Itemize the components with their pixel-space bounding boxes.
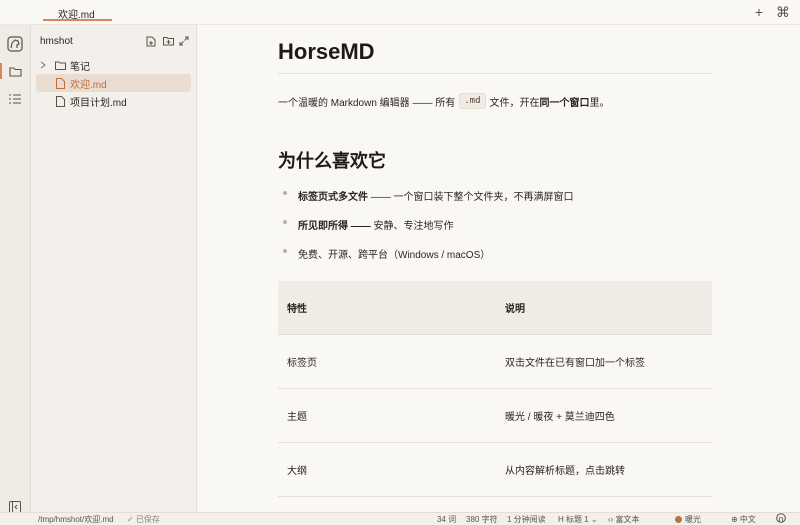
tree-folder-notes[interactable]: 笔记 [36, 56, 191, 74]
heading-selector[interactable]: H 标题 1 ⌄ [558, 514, 598, 525]
inline-code: .md [459, 93, 486, 109]
table-header-row: 特性 说明 [278, 281, 712, 335]
expand-icon [179, 36, 189, 46]
read-time: 1 分钟阅读 [507, 515, 546, 524]
table-cell: 标签页 [278, 334, 496, 389]
features-table: 特性 说明 标签页 双击文件在已有窗口加一个标签 主题 暖光 / 暖夜 + 莫兰… [278, 281, 712, 497]
new-tab-button[interactable]: + [750, 4, 768, 22]
tab-bar: 欢迎.md + ⌘ [0, 0, 800, 25]
list-text: 免费、开源、跨平台（Windows / macOS） [298, 250, 491, 261]
plus-icon: + [754, 4, 764, 20]
list-item: 所见即所得 —— 安静、专注地写作 [283, 217, 454, 232]
intro-text: 一个温暖的 Markdown 编辑器 —— 所有 [278, 97, 456, 109]
table-row: 大纲 从内容解析标题，点击跳转 [278, 442, 712, 497]
new-folder-icon [162, 37, 174, 46]
intro-bold: 同一个窗口 [539, 97, 590, 109]
theme-color-dot [675, 516, 682, 523]
editor-area[interactable]: HorseMD 一个温暖的 Markdown 编辑器 —— 所有 .md 文件，… [198, 25, 800, 512]
editor-mode-toggle[interactable]: ‹› 富文本 [608, 514, 640, 525]
file-path: /tmp/hmshot/欢迎.md [38, 515, 114, 524]
list-bold: 标签页式多文件 [298, 192, 368, 203]
activity-bar [0, 25, 31, 525]
tree-file-welcome[interactable]: 欢迎.md [36, 74, 191, 92]
file-explorer: hmshot 笔记 欢迎.md 项目计划.md [31, 25, 197, 512]
bullet [283, 220, 287, 224]
new-file-button[interactable] [144, 34, 158, 48]
outline-list-icon [9, 94, 21, 104]
intro-text: 文件，开在 [489, 97, 540, 109]
intro-text: 里。 [589, 97, 610, 109]
folder-icon [53, 61, 67, 70]
app-logo-button[interactable] [5, 34, 25, 54]
table-header: 特性 [278, 281, 496, 335]
table-row: 标签页 双击文件在已有窗口加一个标签 [278, 334, 712, 389]
language-selector[interactable]: ⊕ 中文 [731, 514, 756, 525]
table-row: 主题 暖光 / 暖夜 + 莫兰迪四色 [278, 388, 712, 443]
list-bold: 所见即所得 —— [298, 221, 371, 232]
table-cell: 暖光 / 暖夜 + 莫兰迪四色 [496, 388, 712, 443]
tree-item-label: 欢迎.md [70, 79, 107, 91]
tab-welcome[interactable]: 欢迎.md [43, 0, 112, 25]
github-icon [776, 513, 786, 523]
list-item: 免费、开源、跨平台（Windows / macOS） [283, 246, 491, 261]
theme-selector[interactable]: 暖光 [675, 514, 701, 525]
bullet [283, 191, 287, 195]
explorer-button[interactable] [0, 61, 25, 81]
command-icon: ⌘ [776, 4, 790, 20]
doc-title: HorseMD [278, 39, 375, 64]
tree-item-label: 项目计划.md [70, 97, 127, 109]
word-count: 34 词 [437, 515, 457, 524]
table-header: 说明 [496, 281, 712, 335]
expand-all-button[interactable] [177, 34, 191, 48]
workspace-title: hmshot [40, 36, 73, 47]
file-icon [53, 95, 67, 107]
save-status: ✓ 已保存 [127, 515, 160, 524]
list-text: 安静、专注地写作 [370, 221, 454, 232]
list-item: 标签页式多文件 —— 一个窗口装下整个文件夹，不再满屏窗口 [283, 188, 574, 203]
new-file-icon [146, 36, 156, 46]
tree-file-project-plan[interactable]: 项目计划.md [36, 92, 191, 110]
new-folder-button[interactable] [161, 34, 175, 48]
table-cell: 从内容解析标题，点击跳转 [496, 442, 712, 497]
outline-button[interactable] [5, 89, 25, 109]
theme-label: 暖光 [685, 515, 701, 524]
section-heading: 为什么喜欢它 [278, 151, 386, 171]
github-button[interactable] [776, 513, 786, 525]
folder-icon [8, 66, 22, 77]
table-cell: 主题 [278, 388, 496, 443]
active-tab-indicator [43, 19, 112, 21]
file-icon [53, 77, 67, 89]
chevron-right-icon [36, 61, 50, 69]
intro-paragraph: 一个温暖的 Markdown 编辑器 —— 所有 .md 文件，开在 同一个窗口… [278, 93, 610, 109]
table-cell: 双击文件在已有窗口加一个标签 [496, 334, 712, 389]
bullet [283, 249, 287, 253]
tree-item-label: 笔记 [70, 61, 90, 73]
char-count: 380 字符 [466, 515, 498, 524]
horse-logo-icon [7, 36, 23, 52]
list-text: —— 一个窗口装下整个文件夹，不再满屏窗口 [368, 192, 574, 203]
table-cell: 大纲 [278, 442, 496, 497]
command-palette-button[interactable]: ⌘ [774, 4, 792, 22]
status-bar: /tmp/hmshot/欢迎.md ✓ 已保存 34 词 380 字符 1 分钟… [0, 512, 800, 525]
title-divider [278, 73, 712, 74]
